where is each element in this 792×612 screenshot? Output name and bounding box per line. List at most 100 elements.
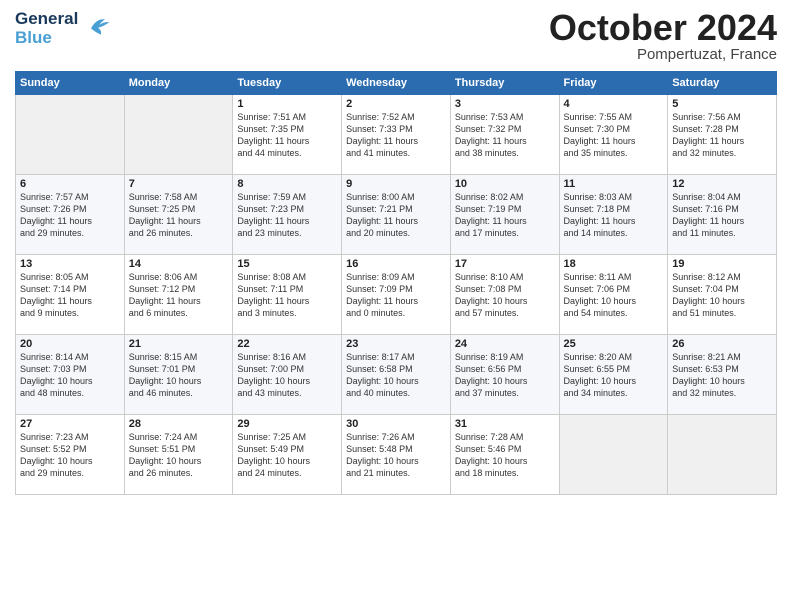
day-number: 10 bbox=[455, 178, 555, 190]
calendar-week-5: 27Sunrise: 7:23 AM Sunset: 5:52 PM Dayli… bbox=[16, 415, 777, 495]
day-number: 5 bbox=[672, 98, 772, 110]
header-thursday: Thursday bbox=[450, 72, 559, 95]
day-number: 20 bbox=[20, 338, 120, 350]
calendar-cell: 9Sunrise: 8:00 AM Sunset: 7:21 PM Daylig… bbox=[342, 175, 451, 255]
calendar-cell: 7Sunrise: 7:58 AM Sunset: 7:25 PM Daylig… bbox=[124, 175, 233, 255]
day-number: 26 bbox=[672, 338, 772, 350]
day-info: Sunrise: 8:10 AM Sunset: 7:08 PM Dayligh… bbox=[455, 271, 555, 320]
calendar-cell: 25Sunrise: 8:20 AM Sunset: 6:55 PM Dayli… bbox=[559, 335, 668, 415]
day-info: Sunrise: 8:03 AM Sunset: 7:18 PM Dayligh… bbox=[564, 191, 664, 240]
calendar-cell: 30Sunrise: 7:26 AM Sunset: 5:48 PM Dayli… bbox=[342, 415, 451, 495]
header-monday: Monday bbox=[124, 72, 233, 95]
day-info: Sunrise: 8:17 AM Sunset: 6:58 PM Dayligh… bbox=[346, 351, 446, 400]
day-number: 31 bbox=[455, 418, 555, 430]
day-info: Sunrise: 8:09 AM Sunset: 7:09 PM Dayligh… bbox=[346, 271, 446, 320]
day-number: 18 bbox=[564, 258, 664, 270]
day-number: 28 bbox=[129, 418, 229, 430]
day-number: 2 bbox=[346, 98, 446, 110]
calendar-cell: 12Sunrise: 8:04 AM Sunset: 7:16 PM Dayli… bbox=[668, 175, 777, 255]
calendar-cell: 18Sunrise: 8:11 AM Sunset: 7:06 PM Dayli… bbox=[559, 255, 668, 335]
calendar-cell: 10Sunrise: 8:02 AM Sunset: 7:19 PM Dayli… bbox=[450, 175, 559, 255]
day-number: 29 bbox=[237, 418, 337, 430]
location: Pompertuzat, France bbox=[549, 46, 777, 63]
calendar-cell: 22Sunrise: 8:16 AM Sunset: 7:00 PM Dayli… bbox=[233, 335, 342, 415]
calendar-cell bbox=[559, 415, 668, 495]
calendar-cell: 17Sunrise: 8:10 AM Sunset: 7:08 PM Dayli… bbox=[450, 255, 559, 335]
day-number: 8 bbox=[237, 178, 337, 190]
header-friday: Friday bbox=[559, 72, 668, 95]
header-saturday: Saturday bbox=[668, 72, 777, 95]
day-number: 15 bbox=[237, 258, 337, 270]
day-info: Sunrise: 7:23 AM Sunset: 5:52 PM Dayligh… bbox=[20, 431, 120, 480]
day-info: Sunrise: 7:57 AM Sunset: 7:26 PM Dayligh… bbox=[20, 191, 120, 240]
day-info: Sunrise: 8:04 AM Sunset: 7:16 PM Dayligh… bbox=[672, 191, 772, 240]
calendar-cell: 26Sunrise: 8:21 AM Sunset: 6:53 PM Dayli… bbox=[668, 335, 777, 415]
day-number: 25 bbox=[564, 338, 664, 350]
calendar-cell bbox=[16, 95, 125, 175]
calendar-table: Sunday Monday Tuesday Wednesday Thursday… bbox=[15, 71, 777, 495]
calendar-cell: 27Sunrise: 7:23 AM Sunset: 5:52 PM Dayli… bbox=[16, 415, 125, 495]
day-info: Sunrise: 7:25 AM Sunset: 5:49 PM Dayligh… bbox=[237, 431, 337, 480]
calendar-cell: 23Sunrise: 8:17 AM Sunset: 6:58 PM Dayli… bbox=[342, 335, 451, 415]
calendar-cell bbox=[124, 95, 233, 175]
calendar-cell: 4Sunrise: 7:55 AM Sunset: 7:30 PM Daylig… bbox=[559, 95, 668, 175]
calendar-cell bbox=[668, 415, 777, 495]
day-info: Sunrise: 7:53 AM Sunset: 7:32 PM Dayligh… bbox=[455, 111, 555, 160]
logo-bird-icon bbox=[84, 11, 112, 44]
day-number: 17 bbox=[455, 258, 555, 270]
day-number: 9 bbox=[346, 178, 446, 190]
day-number: 27 bbox=[20, 418, 120, 430]
day-number: 16 bbox=[346, 258, 446, 270]
day-number: 14 bbox=[129, 258, 229, 270]
day-info: Sunrise: 7:24 AM Sunset: 5:51 PM Dayligh… bbox=[129, 431, 229, 480]
day-info: Sunrise: 8:15 AM Sunset: 7:01 PM Dayligh… bbox=[129, 351, 229, 400]
calendar-cell: 8Sunrise: 7:59 AM Sunset: 7:23 PM Daylig… bbox=[233, 175, 342, 255]
title-area: October 2024 Pompertuzat, France bbox=[549, 10, 777, 63]
calendar-cell: 14Sunrise: 8:06 AM Sunset: 7:12 PM Dayli… bbox=[124, 255, 233, 335]
calendar-week-3: 13Sunrise: 8:05 AM Sunset: 7:14 PM Dayli… bbox=[16, 255, 777, 335]
day-info: Sunrise: 7:28 AM Sunset: 5:46 PM Dayligh… bbox=[455, 431, 555, 480]
day-info: Sunrise: 8:20 AM Sunset: 6:55 PM Dayligh… bbox=[564, 351, 664, 400]
header: General Blue October 2024 Pompertuzat, F… bbox=[15, 10, 777, 63]
calendar-week-1: 1Sunrise: 7:51 AM Sunset: 7:35 PM Daylig… bbox=[16, 95, 777, 175]
month-title: October 2024 bbox=[549, 10, 777, 46]
calendar-cell: 11Sunrise: 8:03 AM Sunset: 7:18 PM Dayli… bbox=[559, 175, 668, 255]
day-info: Sunrise: 7:56 AM Sunset: 7:28 PM Dayligh… bbox=[672, 111, 772, 160]
calendar-cell: 29Sunrise: 7:25 AM Sunset: 5:49 PM Dayli… bbox=[233, 415, 342, 495]
day-number: 21 bbox=[129, 338, 229, 350]
day-number: 6 bbox=[20, 178, 120, 190]
calendar-cell: 2Sunrise: 7:52 AM Sunset: 7:33 PM Daylig… bbox=[342, 95, 451, 175]
calendar-cell: 6Sunrise: 7:57 AM Sunset: 7:26 PM Daylig… bbox=[16, 175, 125, 255]
day-info: Sunrise: 7:51 AM Sunset: 7:35 PM Dayligh… bbox=[237, 111, 337, 160]
calendar-cell: 16Sunrise: 8:09 AM Sunset: 7:09 PM Dayli… bbox=[342, 255, 451, 335]
day-info: Sunrise: 7:58 AM Sunset: 7:25 PM Dayligh… bbox=[129, 191, 229, 240]
day-number: 12 bbox=[672, 178, 772, 190]
logo-blue: Blue bbox=[15, 29, 78, 48]
day-number: 7 bbox=[129, 178, 229, 190]
day-number: 22 bbox=[237, 338, 337, 350]
calendar-cell: 20Sunrise: 8:14 AM Sunset: 7:03 PM Dayli… bbox=[16, 335, 125, 415]
day-info: Sunrise: 8:16 AM Sunset: 7:00 PM Dayligh… bbox=[237, 351, 337, 400]
logo-general: General bbox=[15, 10, 78, 29]
day-number: 30 bbox=[346, 418, 446, 430]
calendar-week-2: 6Sunrise: 7:57 AM Sunset: 7:26 PM Daylig… bbox=[16, 175, 777, 255]
calendar-cell: 24Sunrise: 8:19 AM Sunset: 6:56 PM Dayli… bbox=[450, 335, 559, 415]
day-info: Sunrise: 8:11 AM Sunset: 7:06 PM Dayligh… bbox=[564, 271, 664, 320]
logo: General Blue bbox=[15, 10, 112, 47]
day-info: Sunrise: 8:05 AM Sunset: 7:14 PM Dayligh… bbox=[20, 271, 120, 320]
calendar-cell: 1Sunrise: 7:51 AM Sunset: 7:35 PM Daylig… bbox=[233, 95, 342, 175]
day-number: 4 bbox=[564, 98, 664, 110]
day-number: 1 bbox=[237, 98, 337, 110]
day-info: Sunrise: 7:59 AM Sunset: 7:23 PM Dayligh… bbox=[237, 191, 337, 240]
day-number: 19 bbox=[672, 258, 772, 270]
day-info: Sunrise: 8:00 AM Sunset: 7:21 PM Dayligh… bbox=[346, 191, 446, 240]
day-info: Sunrise: 8:21 AM Sunset: 6:53 PM Dayligh… bbox=[672, 351, 772, 400]
day-info: Sunrise: 8:12 AM Sunset: 7:04 PM Dayligh… bbox=[672, 271, 772, 320]
day-info: Sunrise: 8:02 AM Sunset: 7:19 PM Dayligh… bbox=[455, 191, 555, 240]
calendar-cell: 21Sunrise: 8:15 AM Sunset: 7:01 PM Dayli… bbox=[124, 335, 233, 415]
header-sunday: Sunday bbox=[16, 72, 125, 95]
day-number: 3 bbox=[455, 98, 555, 110]
day-info: Sunrise: 7:26 AM Sunset: 5:48 PM Dayligh… bbox=[346, 431, 446, 480]
day-info: Sunrise: 7:55 AM Sunset: 7:30 PM Dayligh… bbox=[564, 111, 664, 160]
day-info: Sunrise: 8:06 AM Sunset: 7:12 PM Dayligh… bbox=[129, 271, 229, 320]
